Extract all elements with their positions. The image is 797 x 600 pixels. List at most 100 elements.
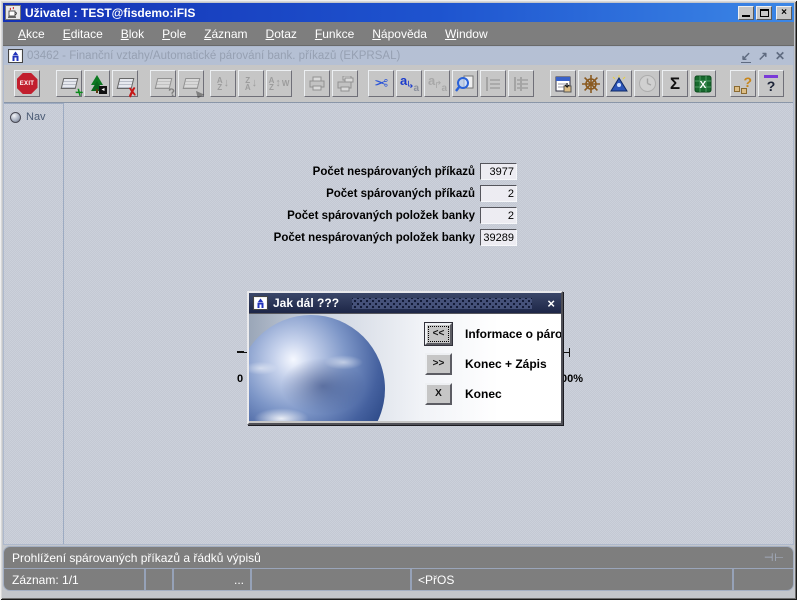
dialog-option-row: << Informace o párování: [425, 323, 561, 345]
toolbar-sort-ascending-button: A Z ↓: [210, 70, 236, 97]
toolbar-sort-reset-button: A Z ↕ W: [266, 70, 292, 97]
field-label: Počet spárovaných příkazů: [326, 187, 475, 200]
toolbar-navigator-helm-button[interactable]: [578, 70, 604, 97]
form-canvas: Nav Počet nespárovaných příkazů 3977 Poč…: [4, 103, 793, 544]
mdi-restore-icon[interactable]: ↗: [758, 50, 768, 62]
dialog-option-row: >> Konec + Zápis: [425, 353, 561, 375]
dialog-option-row: X Konec: [425, 383, 561, 405]
dialog-close-icon[interactable]: ×: [545, 297, 557, 310]
progress-right-tick: [569, 348, 570, 357]
progress-left-label: 0: [237, 373, 244, 385]
nav-tab[interactable]: Nav: [10, 111, 63, 123]
toolbar-copy-button[interactable]: a ↳ a: [396, 70, 422, 97]
progress-right-label: 00%: [561, 373, 584, 385]
toolbar-print-button: [304, 70, 330, 97]
clock-icon: [636, 73, 658, 95]
field-row: Počet spárovaných položek banky 2: [4, 207, 517, 224]
toolbar-exit-button[interactable]: EXIT: [14, 70, 40, 97]
dialog-title: Jak dál ???: [273, 296, 340, 310]
maximize-icon: [759, 8, 769, 17]
konec-label: Konec: [465, 387, 502, 401]
nav-ball-icon: [10, 111, 21, 123]
detail-last-icon: [510, 73, 532, 95]
field-label: Počet nespárovaných příkazů: [312, 165, 475, 178]
enter-query-icon: ?: [152, 73, 177, 99]
field-label: Počet spárovaných položek banky: [287, 209, 475, 222]
duplicate-record-icon: ◂: [87, 74, 107, 94]
unmatched-orders-field[interactable]: 3977: [480, 163, 517, 180]
sort-descending-icon: Z A ↓: [244, 75, 258, 92]
insert-mode-indicator: <PřOS: [418, 572, 455, 587]
field-row: Počet nespárovaných položek banky 39289: [4, 229, 517, 246]
item-help-icon: ?: [733, 74, 753, 94]
help-icon: ?: [760, 73, 782, 95]
minimize-button[interactable]: [738, 5, 754, 20]
status-segment: [146, 569, 172, 590]
toolbar-execute-query-button: ▶: [178, 70, 205, 99]
info-parovani-label: Informace o párování: [465, 327, 561, 341]
menu-item-pole[interactable]: Pole: [155, 25, 193, 43]
mdi-window-title: 03462 - Finanční vztahy/Automatické páro…: [27, 50, 401, 62]
menu-item-window[interactable]: Window: [438, 25, 495, 43]
print-all-icon: [334, 73, 356, 95]
cut-scissors-icon: ✂: [373, 74, 389, 93]
zoom-find-icon: [454, 73, 476, 95]
menu-item-napoveda[interactable]: Nápověda: [365, 25, 434, 43]
menu-bar: Akce Editace Blok Pole Záznam Dotaz Funk…: [3, 22, 794, 46]
dialog-title-texture: [352, 297, 533, 309]
unmatched-bank-items-field[interactable]: 39289: [480, 229, 517, 246]
maximize-button[interactable]: [756, 5, 772, 20]
exit-icon: EXIT: [16, 73, 38, 95]
message-scrollbar[interactable]: ⊣⊢: [764, 551, 785, 564]
java-cup-icon: [5, 5, 21, 20]
status-segment: [734, 569, 793, 590]
globe-image: [249, 315, 385, 421]
dialog-icon: [253, 296, 268, 310]
toolbar-duplicate-record-button[interactable]: ◂: [84, 70, 110, 97]
toolbar-export-excel-button[interactable]: X: [690, 70, 716, 97]
toolbar-paste-button: a ↱ a: [424, 70, 450, 97]
mdi-close-icon[interactable]: ✕: [775, 50, 785, 62]
toolbar: EXIT + ◂ ✗ ? ▶ A Z ↓ Z A ↓ A Z ↕ W ✂ a ↳…: [4, 65, 793, 103]
menu-item-akce[interactable]: Akce: [11, 25, 52, 43]
matched-orders-field[interactable]: 2: [480, 185, 517, 202]
form-detail-icon: [552, 73, 574, 95]
mdi-minimize-icon[interactable]: ↙: [740, 50, 751, 63]
toolbar-insert-record-button[interactable]: +: [56, 70, 85, 100]
toolbar-cut-button[interactable]: ✂: [368, 70, 394, 97]
toolbar-form-detail-button[interactable]: [550, 70, 576, 97]
toolbar-sum-button[interactable]: Σ: [662, 70, 688, 97]
field-row: Počet nespárovaných příkazů 3977: [4, 163, 517, 180]
menu-item-blok[interactable]: Blok: [114, 25, 151, 43]
toolbar-enter-query-button: ?: [150, 70, 177, 99]
info-parovani-button[interactable]: <<: [425, 323, 452, 345]
insert-record-icon: +: [58, 73, 85, 100]
menu-item-zaznam[interactable]: Záznam: [197, 25, 254, 43]
sort-ascending-icon: A Z ↓: [216, 75, 230, 92]
status-message: Prohlížení spárovaných příkazů a řádků v…: [12, 550, 261, 565]
matched-bank-items-field[interactable]: 2: [480, 207, 517, 224]
toolbar-item-help-button[interactable]: ?: [730, 70, 756, 97]
window-title: Uživatel : TEST@fisdemo:iFIS: [25, 5, 196, 20]
menu-item-editace[interactable]: Editace: [56, 25, 110, 43]
menu-item-dotaz[interactable]: Dotaz: [259, 25, 304, 43]
dialog-title-bar[interactable]: Jak dál ??? ×: [249, 293, 561, 313]
close-icon: ×: [781, 6, 787, 18]
toolbar-sort-descending-button: Z A ↓: [238, 70, 264, 97]
toolbar-help-button[interactable]: ?: [758, 70, 784, 97]
status-more-indicator: ...: [233, 572, 244, 587]
close-button[interactable]: ×: [776, 5, 792, 20]
toolbar-wizard-prism-button[interactable]: [606, 70, 632, 97]
execute-query-icon: ▶: [180, 73, 205, 99]
copy-icon: a ↳ a: [400, 72, 419, 94]
konec-zapis-button[interactable]: >>: [425, 353, 452, 375]
detail-first-icon: [482, 73, 504, 95]
paste-icon: a ↱ a: [428, 72, 447, 94]
konec-button[interactable]: X: [425, 383, 452, 405]
toolbar-zoom-find-button[interactable]: [452, 70, 478, 97]
menu-item-funkce[interactable]: Funkce: [308, 25, 361, 43]
delete-record-icon: ✗: [114, 73, 140, 100]
status-bar: Prohlížení spárovaných příkazů a řádků v…: [3, 546, 794, 591]
toolbar-delete-record-button[interactable]: ✗: [112, 70, 140, 100]
mdi-workarea: 03462 - Finanční vztahy/Automatické páro…: [3, 46, 794, 545]
